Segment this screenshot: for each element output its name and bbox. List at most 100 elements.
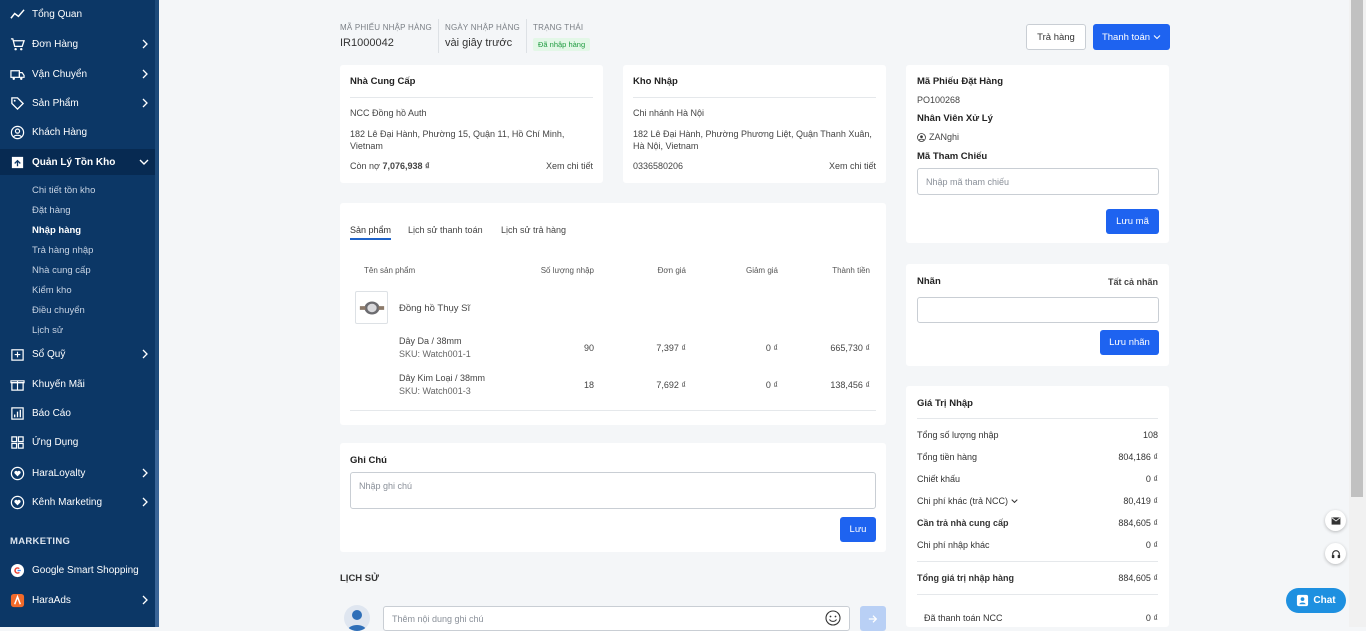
sidebar-item-label: Vận Chuyển <box>32 68 88 80</box>
report-icon <box>10 406 25 421</box>
save-reference-button[interactable]: Lưu mã <box>1106 209 1159 234</box>
emoji-icon[interactable] <box>825 610 842 627</box>
paid-label: Đã thanh toán NCC <box>924 613 1003 623</box>
value-row: Tổng số lượng nhập 108 <box>917 430 1158 440</box>
tab-return-history[interactable]: Lịch sử trả hàng <box>501 225 566 235</box>
row-unit-price: 7,692 ₫ <box>656 380 686 390</box>
heart-icon <box>10 495 25 510</box>
subnav-stocktake[interactable]: Kiểm kho <box>32 285 72 296</box>
staff-link: ZANghi <box>929 132 960 142</box>
sidebar-item-marketing-channel[interactable]: Kênh Marketing <box>0 491 155 513</box>
divider <box>350 410 876 411</box>
chevron-down-icon <box>139 159 149 165</box>
other-costs-toggle[interactable]: Chi phí khác (trả NCC) <box>917 496 1018 506</box>
subnav-history[interactable]: Lịch sử <box>32 325 63 336</box>
user-avatar-icon <box>347 610 367 631</box>
sidebar-item-reports[interactable]: Báo Cáo <box>0 402 155 424</box>
value-row-value: 0 ₫ <box>1145 540 1158 550</box>
receipt-status-label: TRẠNG THÁI <box>533 23 584 32</box>
value-row-label: Tổng tiền hàng <box>917 452 978 462</box>
divider <box>438 19 439 53</box>
sidebar-item-customers[interactable]: Khách Hàng <box>0 121 155 143</box>
po-title: Mã Phiếu Đặt Hàng <box>917 76 1004 87</box>
receipt-code-label: MÃ PHIẾU NHẬP HÀNG <box>340 23 432 32</box>
subnav-inventory-detail[interactable]: Chi tiết tồn kho <box>32 185 95 196</box>
avatar <box>344 605 370 631</box>
receipt-date-block: NGÀY NHẬP HÀNG vài giây trước <box>445 23 520 49</box>
sidebar-item-haraloyalty[interactable]: HaraLoyalty <box>0 462 155 484</box>
page-scrollbar[interactable] <box>1349 0 1366 627</box>
sidebar-item-orders[interactable]: Đơn Hàng <box>0 33 155 55</box>
sidebar-item-products[interactable]: Sản Phẩm <box>0 92 155 114</box>
sidebar-item-cashbook[interactable]: Sổ Quỹ <box>0 343 155 365</box>
tag-icon <box>10 96 25 111</box>
tags-input[interactable] <box>917 297 1159 323</box>
watch-image-icon <box>359 300 384 315</box>
staff-title: Nhân Viên Xử Lý <box>917 113 993 124</box>
sidebar-item-haraads[interactable]: HaraAds <box>0 589 155 611</box>
value-row-value: 80,419 ₫ <box>1123 496 1158 506</box>
supplier-name: NCC Đồng hồ Auth <box>350 108 427 118</box>
heart-icon <box>10 466 25 481</box>
subnav-return-inventory[interactable]: Trả hàng nhập <box>32 245 93 256</box>
variant-sku: SKU: Watch001-1 <box>399 349 471 359</box>
phone-support-button[interactable] <box>1325 543 1346 564</box>
reference-code-input[interactable]: Nhập mã tham chiếu <box>917 168 1159 195</box>
subnav-purchase-order[interactable]: Đặt hàng <box>32 205 71 216</box>
save-tags-button[interactable]: Lưu nhãn <box>1100 330 1159 355</box>
warehouse-view-detail-link[interactable]: Xem chi tiết <box>829 161 876 171</box>
subnav-suppliers[interactable]: Nhà cung cấp <box>32 265 91 276</box>
variant-name-link[interactable]: Dây Da / 38mm <box>399 336 462 346</box>
tab-payment-history[interactable]: Lịch sử thanh toán <box>408 225 483 235</box>
import-value-card: Giá Trị Nhập Tổng số lượng nhập 108 Tổng … <box>906 386 1169 627</box>
sidebar-item-label: Sổ Quỹ <box>32 348 66 360</box>
tab-products[interactable]: Sản phẩm <box>350 225 391 235</box>
supplier-debt-value: 7,076,938 ₫ <box>382 161 430 171</box>
truck-icon <box>10 67 25 82</box>
sidebar-item-label: Báo Cáo <box>32 407 71 419</box>
sidebar-item-label: Khách Hàng <box>32 126 88 138</box>
gift-icon <box>10 377 25 392</box>
note-textarea[interactable]: Nhập ghi chú <box>350 472 876 509</box>
chat-button[interactable]: Chat <box>1286 588 1346 613</box>
receipt-status-block: TRẠNG THÁI Đã nhập hàng <box>533 23 591 51</box>
divider <box>917 594 1158 595</box>
supplier-view-detail-link[interactable]: Xem chi tiết <box>546 161 593 171</box>
cart-icon <box>10 37 25 52</box>
chevron-right-icon <box>142 468 148 478</box>
send-comment-button[interactable] <box>860 606 886 631</box>
product-thumbnail[interactable] <box>355 291 388 324</box>
history-comment-input[interactable]: Thêm nội dung ghi chú <box>383 606 850 631</box>
sidebar-item-shipping[interactable]: Vận Chuyển <box>0 63 155 85</box>
save-note-button[interactable]: Lưu <box>840 517 876 542</box>
sidebar-item-promotions[interactable]: Khuyến Mãi <box>0 373 155 395</box>
variant-name-link[interactable]: Dây Kim Loại / 38mm <box>399 373 485 383</box>
product-name-link[interactable]: Đồng hồ Thụy Sĩ <box>399 303 470 314</box>
sidebar-item-inventory[interactable]: Quản Lý Tồn Kho <box>0 149 155 175</box>
subnav-transfer[interactable]: Điều chuyển <box>32 305 85 316</box>
subnav-receive-inventory[interactable]: Nhập hàng <box>32 225 81 236</box>
all-tags-link[interactable]: Tất cả nhãn <box>1108 277 1158 287</box>
sidebar-item-google-smart-shopping[interactable]: Google Smart Shopping <box>0 559 155 581</box>
history-title: LỊCH SỬ <box>340 573 380 584</box>
sidebar-item-label: HaraLoyalty <box>32 467 86 479</box>
haraads-logo-icon <box>10 593 25 608</box>
chevron-right-icon <box>142 98 148 108</box>
warehouse-phone: 0336580206 <box>633 161 684 171</box>
value-row-value: 804,186 ₫ <box>1118 452 1158 462</box>
email-support-button[interactable] <box>1325 510 1346 531</box>
sidebar-item-overview[interactable]: Tổng Quan <box>0 3 155 25</box>
pay-button[interactable]: Thanh toán <box>1093 24 1170 50</box>
sidebar-item-apps[interactable]: Ứng Dụng <box>0 431 155 453</box>
sidebar-item-label: Ứng Dụng <box>32 436 79 448</box>
supplier-card: Nhà Cung Cấp NCC Đồng hồ Auth 182 Lê Đại… <box>340 65 603 183</box>
products-card: Sản phẩm Lịch sử thanh toán Lịch sử trả … <box>340 203 886 425</box>
return-button[interactable]: Trả hàng <box>1026 24 1086 50</box>
chart-line-icon <box>10 7 25 22</box>
staff-name[interactable]: ZANghi <box>917 132 959 142</box>
value-row: Cần trả nhà cung cấp 884,605 ₫ <box>917 518 1158 528</box>
po-code-link[interactable]: PO100268 <box>917 95 960 105</box>
column-header-unit-price: Đơn giá <box>657 266 686 275</box>
value-row-label: Chiết khấu <box>917 474 961 484</box>
value-row-label: Tổng số lượng nhập <box>917 430 999 440</box>
